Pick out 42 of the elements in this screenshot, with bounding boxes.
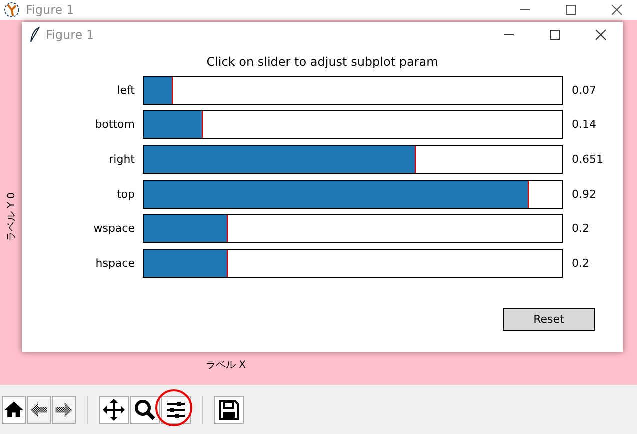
subplots-button[interactable] [161, 396, 191, 424]
window-title: Figure 1 [26, 3, 76, 17]
slider-label: left [116, 84, 136, 97]
slider-label: top [116, 188, 136, 201]
slider-label: bottom [94, 118, 136, 132]
slider-label: wspace [92, 222, 136, 236]
logo-icon [4, 2, 20, 18]
maximize-icon[interactable] [565, 4, 577, 16]
feather-icon [30, 27, 40, 43]
zoom-button[interactable] [130, 396, 160, 424]
search-icon [133, 398, 157, 422]
save-button[interactable] [214, 396, 244, 424]
slider-value: 0.2 [571, 222, 590, 236]
slider-fill[interactable] [144, 250, 228, 277]
move-icon [102, 398, 126, 422]
slider-track[interactable] [143, 110, 563, 140]
dialog-title: Figure 1 [46, 28, 96, 42]
slider-value: 0.14 [571, 118, 596, 132]
slider-value: 0.2 [571, 256, 590, 270]
slider-label: right [108, 152, 136, 166]
slider-track[interactable] [143, 248, 563, 278]
slider-fill[interactable] [144, 215, 228, 242]
close-icon[interactable] [611, 4, 623, 16]
slider-label: hspace [94, 256, 136, 270]
slider-fill[interactable] [144, 146, 416, 173]
maximize-icon[interactable] [549, 29, 561, 41]
slider-value: 0.07 [571, 84, 596, 97]
slider-value: 0.651 [571, 152, 604, 166]
dialog-heading: Click on slider to adjust subplot param [206, 55, 440, 69]
x-axis-label: ラベル X [206, 359, 246, 372]
slider-track[interactable] [143, 144, 563, 174]
y-axis-label: ラベル Y 0 [5, 192, 18, 242]
slider-fill[interactable] [144, 76, 174, 104]
slider-track[interactable] [143, 214, 563, 244]
slider-track[interactable] [143, 76, 563, 105]
slider-fill[interactable] [144, 111, 203, 138]
close-icon[interactable] [595, 29, 607, 41]
home-button[interactable] [2, 396, 26, 424]
floppy-icon [217, 398, 241, 422]
pan-button[interactable] [99, 396, 129, 424]
reset-button[interactable]: Reset [503, 308, 595, 331]
slider-value: 0.92 [571, 188, 596, 201]
